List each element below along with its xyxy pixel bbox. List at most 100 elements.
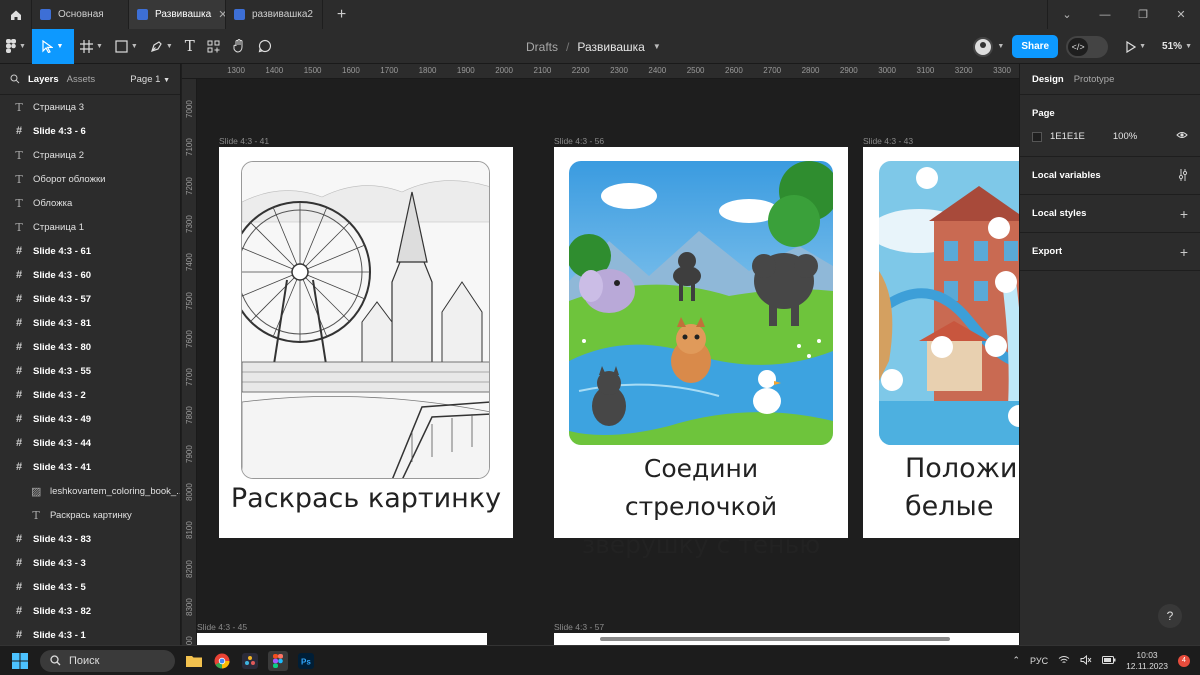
variables-icon[interactable] <box>1178 168 1188 184</box>
layer-item[interactable]: # Slide 4:3 - 61 <box>0 239 180 263</box>
export-section[interactable]: Export + <box>1020 233 1200 271</box>
ruler-tick-label: 1300 <box>227 66 245 75</box>
page-color-value[interactable]: 1E1E1E <box>1050 131 1085 142</box>
pen-tool[interactable]: ▼ <box>144 29 179 64</box>
layer-item[interactable]: # Slide 4:3 - 5 <box>0 575 180 599</box>
close-window-button[interactable]: ✕ <box>1162 0 1200 29</box>
move-tool[interactable]: ▼ <box>31 28 74 64</box>
comment-tool[interactable] <box>252 29 278 64</box>
layer-item[interactable]: # Slide 4:3 - 80 <box>0 335 180 359</box>
frame-label[interactable]: Slide 4:3 - 41 <box>219 136 269 146</box>
layer-item[interactable]: ▨ leshkovartem_coloring_book_... <box>0 479 180 503</box>
frame-label[interactable]: Slide 4:3 - 43 <box>863 136 913 146</box>
local-variables-section[interactable]: Local variables <box>1020 157 1200 195</box>
frame-label[interactable]: Slide 4:3 - 56 <box>554 136 604 146</box>
tab-layers[interactable]: Layers <box>28 74 59 85</box>
tab-assets[interactable]: Assets <box>67 74 96 85</box>
minimize-button[interactable]: — <box>1086 0 1124 29</box>
clock[interactable]: 10:03 12.11.2023 <box>1126 650 1168 672</box>
layer-item[interactable]: T Раскрась картинку <box>0 503 180 527</box>
layer-item[interactable]: T Страница 2 <box>0 143 180 167</box>
chrome-icon[interactable] <box>212 651 232 671</box>
main-menu-button[interactable]: ▼ <box>0 29 32 64</box>
waterpark-scene-image[interactable] <box>879 161 1019 445</box>
slide-place-on-white[interactable]: Положи на белые <box>863 147 1019 538</box>
frame-label[interactable]: Slide 4:3 - 57 <box>554 622 604 632</box>
home-button[interactable] <box>0 0 31 29</box>
slide-caption[interactable]: Раскрась картинку <box>219 483 513 514</box>
layer-item[interactable]: T Оборот обложки <box>0 167 180 191</box>
slide-caption[interactable]: Положи на белые <box>905 450 1019 526</box>
horizontal-scrollbar[interactable] <box>600 637 950 641</box>
file-name[interactable]: Развивашка <box>577 40 644 54</box>
notification-badge[interactable]: 4 <box>1178 654 1190 667</box>
slide-bottom-left[interactable] <box>197 633 487 645</box>
eye-icon[interactable] <box>1176 131 1188 142</box>
frame-label[interactable]: Slide 4:3 - 45 <box>197 622 247 632</box>
animals-scene-image[interactable] <box>569 161 833 445</box>
start-button[interactable] <box>0 652 40 669</box>
canvas[interactable]: Slide 4:3 - 41 Раскрась картинку Slide 4… <box>197 79 1019 645</box>
layer-item[interactable]: T Страница 3 <box>0 95 180 119</box>
layer-item[interactable]: # Slide 4:3 - 6 <box>0 119 180 143</box>
slide-coloring[interactable]: Раскрась картинку <box>219 147 513 538</box>
layer-item[interactable]: # Slide 4:3 - 57 <box>0 287 180 311</box>
layer-item[interactable]: # Slide 4:3 - 55 <box>0 359 180 383</box>
plus-icon[interactable]: + <box>1180 206 1188 222</box>
page-opacity-value[interactable]: 100% <box>1113 131 1137 142</box>
zoom-control[interactable]: 51% ▼ <box>1162 41 1192 52</box>
share-button[interactable]: Share <box>1012 35 1059 58</box>
help-button[interactable]: ? <box>1158 604 1182 628</box>
page-color-swatch[interactable] <box>1032 131 1042 142</box>
present-button[interactable]: ▼ <box>1126 40 1146 53</box>
file-explorer-icon[interactable] <box>184 651 204 671</box>
breadcrumb-drafts[interactable]: Drafts <box>526 40 558 54</box>
battery-icon[interactable] <box>1102 655 1116 666</box>
layer-item[interactable]: # Slide 4:3 - 2 <box>0 383 180 407</box>
tab-design[interactable]: Design <box>1032 74 1064 85</box>
layer-item[interactable]: # Slide 4:3 - 1 <box>0 623 180 645</box>
restore-button[interactable]: ❐ <box>1124 0 1162 29</box>
tab-razvivashka2[interactable]: развивашка2 <box>225 0 322 29</box>
hand-tool[interactable] <box>226 29 252 64</box>
tab-razvivashka[interactable]: Развивашка ✕ <box>128 0 227 29</box>
coloring-page-image[interactable] <box>241 161 490 479</box>
dev-mode-toggle[interactable]: </> <box>1066 35 1109 58</box>
slide-shadow-match[interactable]: Соедини стрелочкой зверушку с тенью <box>554 147 848 559</box>
chevron-up-icon[interactable]: ⌃ <box>1013 655 1021 666</box>
chevron-down-icon[interactable]: ▼ <box>997 43 1004 50</box>
frame-tool[interactable]: ▼ <box>74 29 109 64</box>
layer-item[interactable]: # Slide 4:3 - 82 <box>0 599 180 623</box>
search-icon[interactable] <box>10 74 20 84</box>
text-tool[interactable]: T <box>179 29 201 64</box>
davinci-resolve-icon[interactable] <box>240 651 260 671</box>
layer-item[interactable]: T Страница 1 <box>0 215 180 239</box>
chevron-down-icon[interactable]: ▼ <box>653 42 661 51</box>
volume-icon[interactable] <box>1080 654 1092 667</box>
taskbar-search[interactable]: Поиск <box>40 649 175 672</box>
chevron-down-icon[interactable]: ⌄ <box>1048 0 1086 29</box>
layer-item[interactable]: # Slide 4:3 - 44 <box>0 431 180 455</box>
figma-app-icon[interactable] <box>268 650 288 671</box>
language-indicator[interactable]: РУС <box>1030 656 1048 666</box>
slide-caption[interactable]: Соедини стрелочкой зверушку с тенью <box>554 450 848 564</box>
new-tab-button[interactable]: + <box>322 0 360 29</box>
avatar[interactable] <box>973 36 994 57</box>
tab-osnovnaya[interactable]: Основная <box>31 0 128 29</box>
wifi-icon[interactable] <box>1058 655 1070 667</box>
plus-icon[interactable]: + <box>1180 244 1188 260</box>
resources-tool[interactable] <box>201 29 226 64</box>
tab-prototype[interactable]: Prototype <box>1074 74 1115 85</box>
layer-item[interactable]: # Slide 4:3 - 49 <box>0 407 180 431</box>
layer-item[interactable]: # Slide 4:3 - 81 <box>0 311 180 335</box>
layer-item[interactable]: T Обложка <box>0 191 180 215</box>
layer-item[interactable]: # Slide 4:3 - 3 <box>0 551 180 575</box>
layer-item[interactable]: # Slide 4:3 - 41 <box>0 455 180 479</box>
page-selector[interactable]: Page 1 ▼ <box>130 74 170 85</box>
pen-icon <box>150 40 162 52</box>
shape-tool[interactable]: ▼ <box>109 29 144 64</box>
photoshop-icon[interactable]: Ps <box>296 651 316 671</box>
layer-item[interactable]: # Slide 4:3 - 83 <box>0 527 180 551</box>
layer-item[interactable]: # Slide 4:3 - 60 <box>0 263 180 287</box>
local-styles-section[interactable]: Local styles + <box>1020 195 1200 233</box>
